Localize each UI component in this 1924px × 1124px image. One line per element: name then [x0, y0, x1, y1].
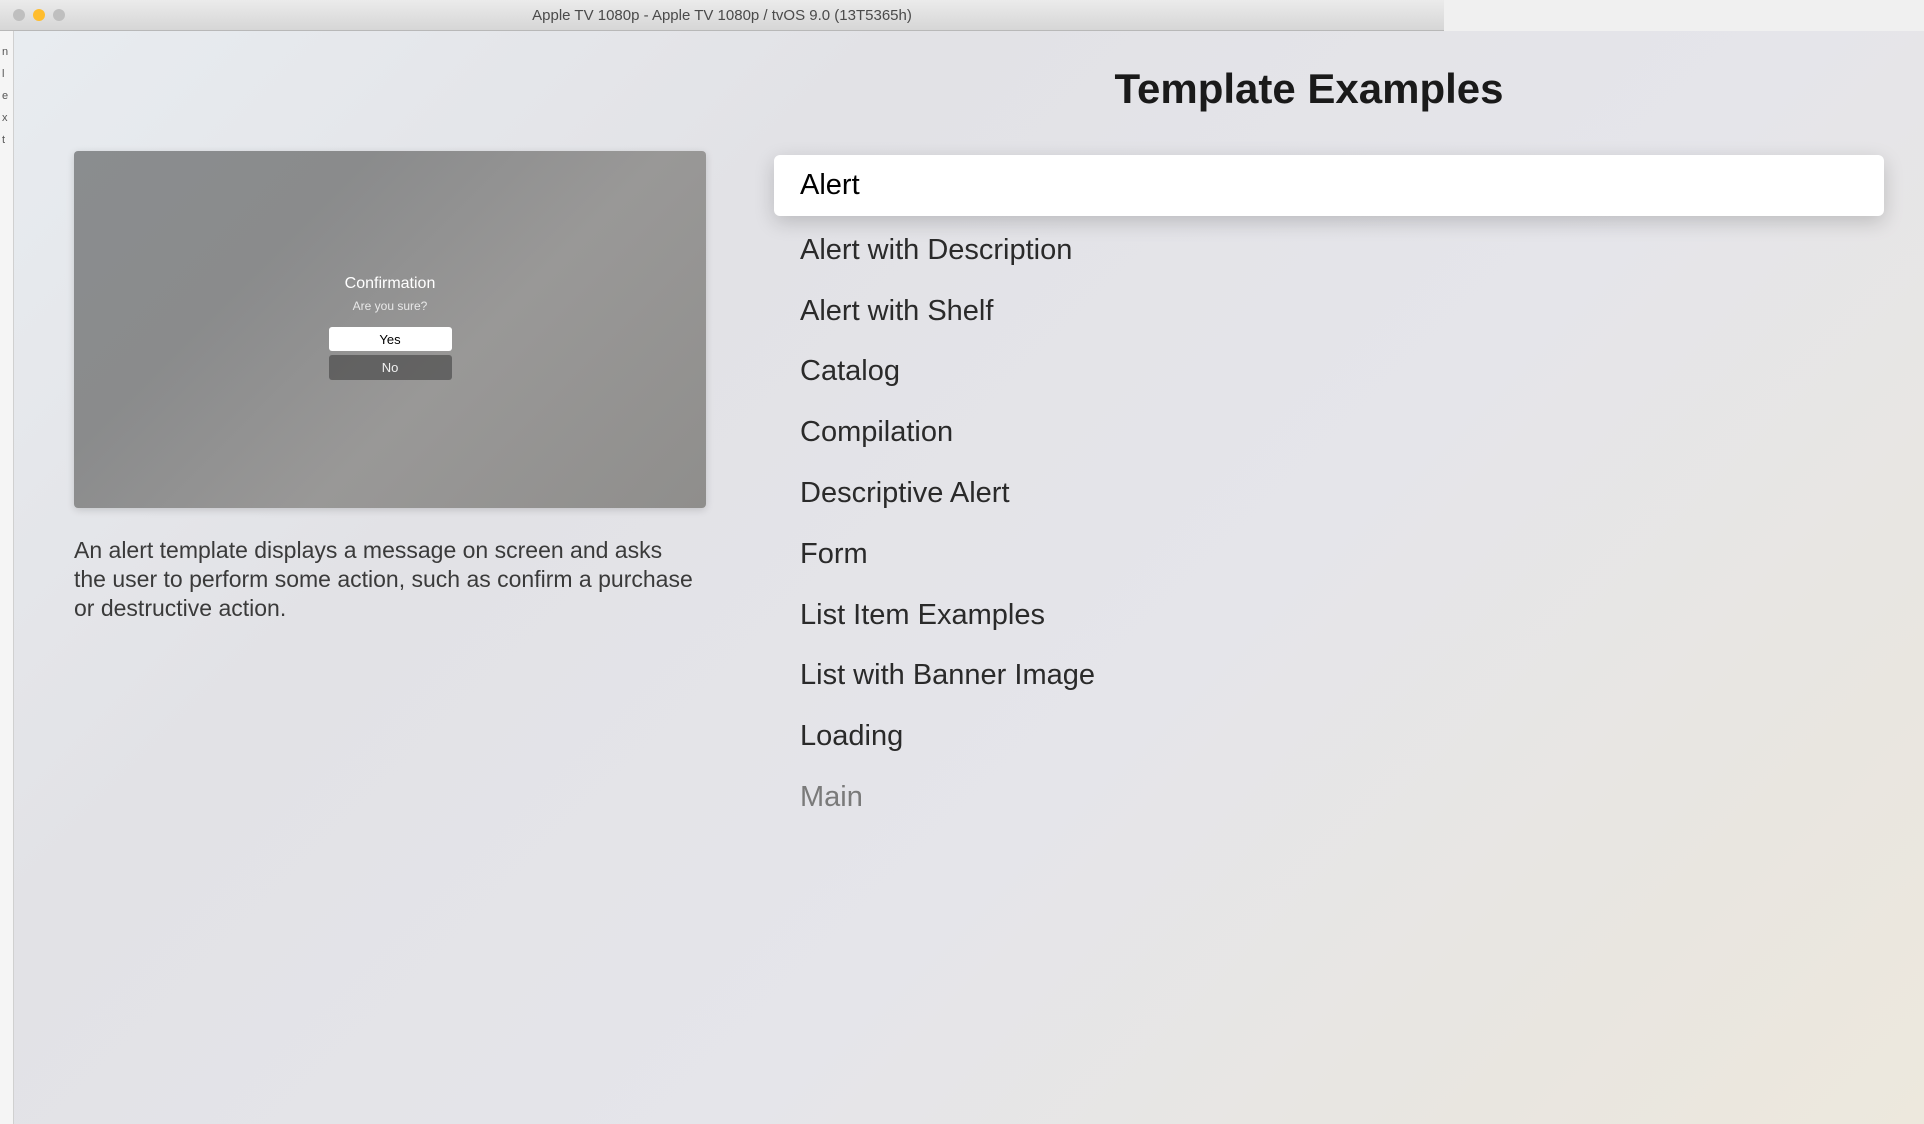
template-list-panel: Template Examples AlertAlert with Descri…	[734, 31, 1924, 1124]
template-description: An alert template displays a message on …	[74, 536, 694, 622]
template-item-catalog[interactable]: Catalog	[774, 341, 1884, 402]
alert-title: Confirmation	[345, 275, 436, 293]
maximize-window-button[interactable]	[53, 9, 65, 21]
background-window-edge: n l e x t	[0, 31, 14, 1124]
template-item-descriptive-alert[interactable]: Descriptive Alert	[774, 463, 1884, 524]
template-item-form[interactable]: Form	[774, 524, 1884, 585]
window-titlebar: Apple TV 1080p - Apple TV 1080p / tvOS 9…	[0, 0, 1444, 31]
close-window-button[interactable]	[13, 9, 25, 21]
template-item-list-item-examples[interactable]: List Item Examples	[774, 585, 1884, 646]
alert-yes-button[interactable]: Yes	[329, 327, 452, 351]
template-item-compilation[interactable]: Compilation	[774, 402, 1884, 463]
traffic-lights	[0, 9, 65, 21]
template-preview: Confirmation Are you sure? Yes No	[74, 151, 706, 508]
template-item-alert-with-description[interactable]: Alert with Description	[774, 220, 1884, 281]
alert-subtitle: Are you sure?	[353, 299, 428, 313]
template-item-alert[interactable]: Alert	[774, 155, 1884, 216]
template-item-main[interactable]: Main	[774, 767, 1884, 828]
preview-panel: Confirmation Are you sure? Yes No An ale…	[14, 31, 734, 1124]
template-item-loading[interactable]: Loading	[774, 706, 1884, 767]
minimize-window-button[interactable]	[33, 9, 45, 21]
template-list: AlertAlert with DescriptionAlert with Sh…	[774, 155, 1884, 828]
window-title: Apple TV 1080p - Apple TV 1080p / tvOS 9…	[532, 7, 912, 24]
alert-no-button[interactable]: No	[329, 355, 452, 380]
page-title: Template Examples	[774, 65, 1844, 113]
simulator-content: Confirmation Are you sure? Yes No An ale…	[14, 31, 1924, 1124]
template-item-list-with-banner-image[interactable]: List with Banner Image	[774, 645, 1884, 706]
template-item-alert-with-shelf[interactable]: Alert with Shelf	[774, 281, 1884, 342]
